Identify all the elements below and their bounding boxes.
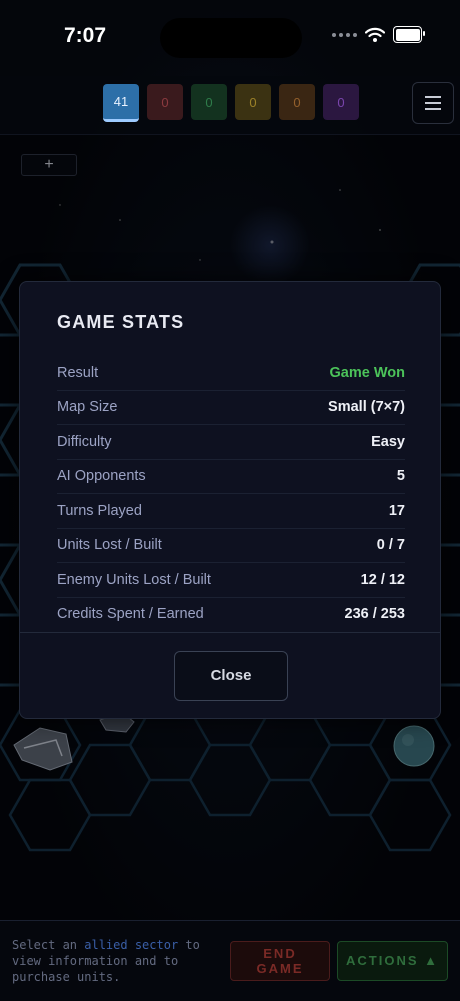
stat-value: 5 (396, 468, 405, 485)
stat-row-credits-spent-earned: Credits Spent / Earned 236 / 253 (57, 598, 405, 632)
player-score-6: 0 (323, 84, 359, 120)
player-score-5: 0 (279, 84, 315, 120)
stat-row-result: Result Game Won (57, 356, 405, 391)
stats-list: Result Game Won Map Size Small (7×7) Dif… (57, 356, 405, 631)
stat-row-map-size: Map Size Small (7×7) (57, 391, 405, 425)
game-stats-modal: GAME STATS Result Game Won Map Size Smal… (19, 281, 441, 719)
stat-value: 236 / 253 (344, 606, 405, 623)
end-game-label-line2: GAME (256, 961, 304, 976)
top-bar: 41 0 0 0 0 0 (0, 76, 460, 135)
bottom-bar: Select an allied sector to view informat… (0, 920, 460, 1001)
signal-icon (332, 32, 357, 37)
stat-row-ai-opponents: AI Opponents 5 (57, 460, 405, 494)
status-icons (332, 26, 425, 43)
close-button[interactable]: Close (174, 651, 288, 701)
stat-value: Easy (371, 433, 405, 450)
modal-title: GAME STATS (57, 312, 185, 332)
status-bar: 7:07 (0, 0, 460, 76)
end-game-button[interactable]: END GAME (230, 941, 330, 981)
stat-value: 17 (388, 502, 405, 519)
stat-label: AI Opponents (57, 468, 146, 485)
stat-value: 12 / 12 (360, 571, 405, 588)
hint-text: Select an (12, 938, 85, 952)
stat-row-units-lost-built: Units Lost / Built 0 / 7 (57, 529, 405, 563)
stat-label: Result (57, 364, 99, 381)
stat-value: 0 / 7 (376, 537, 405, 554)
hint-allied-sector: allied sector (84, 938, 179, 952)
player-score-2: 0 (147, 84, 183, 120)
menu-button[interactable] (412, 82, 454, 124)
stat-label: Credits Spent / Earned (57, 606, 204, 623)
stat-label: Units Lost / Built (57, 537, 162, 554)
menu-icon (425, 96, 441, 98)
player-score-4: 0 (235, 84, 271, 120)
stat-label: Map Size (57, 399, 118, 416)
sector-hint: Select an allied sector to view informat… (12, 937, 218, 985)
wifi-icon (365, 27, 385, 42)
actions-button[interactable]: ACTIONS ▲ (337, 941, 448, 981)
stat-label: Turns Played (57, 502, 142, 519)
stat-row-enemy-units-lost-built: Enemy Units Lost / Built 12 / 12 (57, 563, 405, 598)
stat-value: Game Won (329, 364, 405, 381)
stat-value: Small (7×7) (328, 399, 405, 416)
modal-divider (20, 632, 440, 633)
player-score-3: 0 (191, 84, 227, 120)
stat-row-turns-played: Turns Played 17 (57, 494, 405, 529)
player-scores: 41 0 0 0 0 0 (103, 84, 359, 122)
stat-label: Enemy Units Lost / Built (57, 571, 211, 588)
battery-icon (393, 26, 425, 43)
player-score-1: 41 (103, 84, 139, 122)
stat-label: Difficulty (57, 433, 112, 450)
status-time: 7:07 (64, 24, 107, 47)
end-game-label-line1: END (263, 946, 297, 961)
stat-row-difficulty: Difficulty Easy (57, 425, 405, 460)
dynamic-island (160, 18, 302, 58)
